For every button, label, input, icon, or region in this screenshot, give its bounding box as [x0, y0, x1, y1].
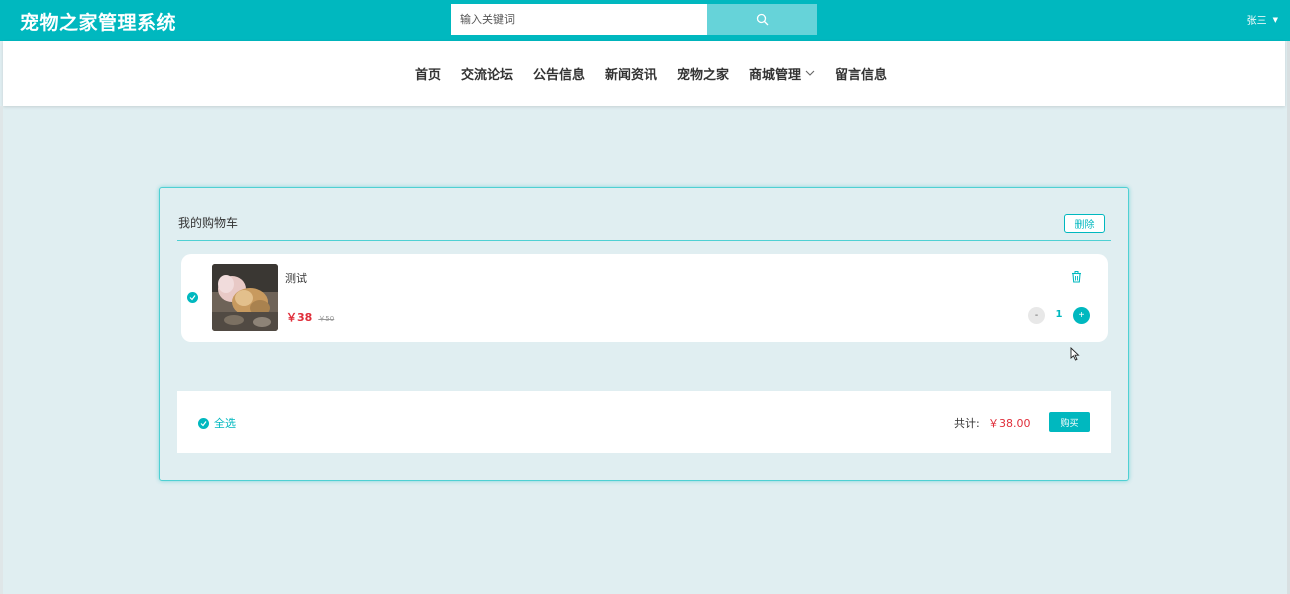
user-name: 张三 [1246, 16, 1267, 27]
select-all-checkbox[interactable]: 全选 [198, 415, 236, 431]
trash-icon[interactable] [1071, 268, 1082, 287]
nav-item-pet-home[interactable]: 宠物之家 [677, 64, 729, 83]
total-value: ￥38.00 [988, 417, 1031, 430]
cart-title: 我的购物车 [178, 216, 239, 230]
caret-down-icon: ▼ [1272, 15, 1278, 24]
site-title: 宠物之家管理系统 [20, 12, 177, 34]
search-icon [756, 13, 768, 26]
divider [177, 240, 1111, 241]
mouse-cursor-icon [1070, 346, 1080, 365]
product-image [212, 264, 278, 331]
item-checkbox[interactable] [187, 292, 198, 303]
select-all-label: 全选 [214, 417, 236, 430]
nav-item-label: 公告信息 [532, 68, 585, 83]
chevron-down-icon [805, 70, 815, 76]
decrease-quantity-button[interactable]: - [1028, 307, 1045, 324]
nav-item-shop[interactable]: 商城管理 [749, 64, 815, 83]
search-button[interactable] [707, 4, 817, 35]
cart-item: 测试 ￥38 ￥50 - 1 + [181, 254, 1108, 342]
nav-item-news[interactable]: 新闻资讯 [605, 64, 657, 83]
page: 宠物之家管理系统 张三 ▼ 首页 交流论坛 公告信息 新闻资讯 宠物之家 商城管… [0, 0, 1290, 594]
nav-item-forum[interactable]: 交流论坛 [461, 64, 513, 83]
nav-item-label: 商城管理 [749, 68, 802, 83]
product-price: ￥38 [286, 311, 313, 324]
nav-item-home[interactable]: 首页 [415, 64, 441, 83]
nav-item-announcements[interactable]: 公告信息 [533, 64, 585, 83]
top-header: 宠物之家管理系统 张三 ▼ [0, 0, 1290, 41]
quantity-value: 1 [1055, 309, 1063, 320]
nav-item-messages[interactable]: 留言信息 [835, 64, 887, 83]
nav-item-label: 宠物之家 [677, 68, 730, 83]
search-input[interactable] [451, 4, 707, 35]
user-menu[interactable]: 张三 ▼ [1246, 12, 1278, 28]
left-edge [0, 106, 3, 594]
nav-item-label: 交流论坛 [460, 68, 513, 83]
check-icon [198, 417, 209, 429]
product-original-price: ￥50 [318, 315, 335, 323]
cart-footer: 全选 共计: ￥38.00 购买 [177, 391, 1111, 453]
increase-quantity-button[interactable]: + [1073, 307, 1090, 324]
cart-panel: 我的购物车 删除 测试 ￥38 ￥50 - 1 + 全选 共计: ￥38.00 … [159, 187, 1129, 481]
main-nav: 首页 交流论坛 公告信息 新闻资讯 宠物之家 商城管理 留言信息 [3, 41, 1285, 106]
price-row: ￥38 ￥50 [286, 309, 334, 325]
check-icon [189, 295, 196, 301]
nav-item-label: 新闻资讯 [604, 68, 657, 83]
nav-item-label: 留言信息 [835, 68, 888, 83]
buy-button[interactable]: 购买 [1049, 412, 1090, 432]
nav-item-label: 首页 [414, 68, 441, 83]
product-name: 测试 [285, 272, 307, 285]
total-label: 共计: [954, 417, 980, 430]
delete-button[interactable]: 删除 [1064, 214, 1105, 233]
